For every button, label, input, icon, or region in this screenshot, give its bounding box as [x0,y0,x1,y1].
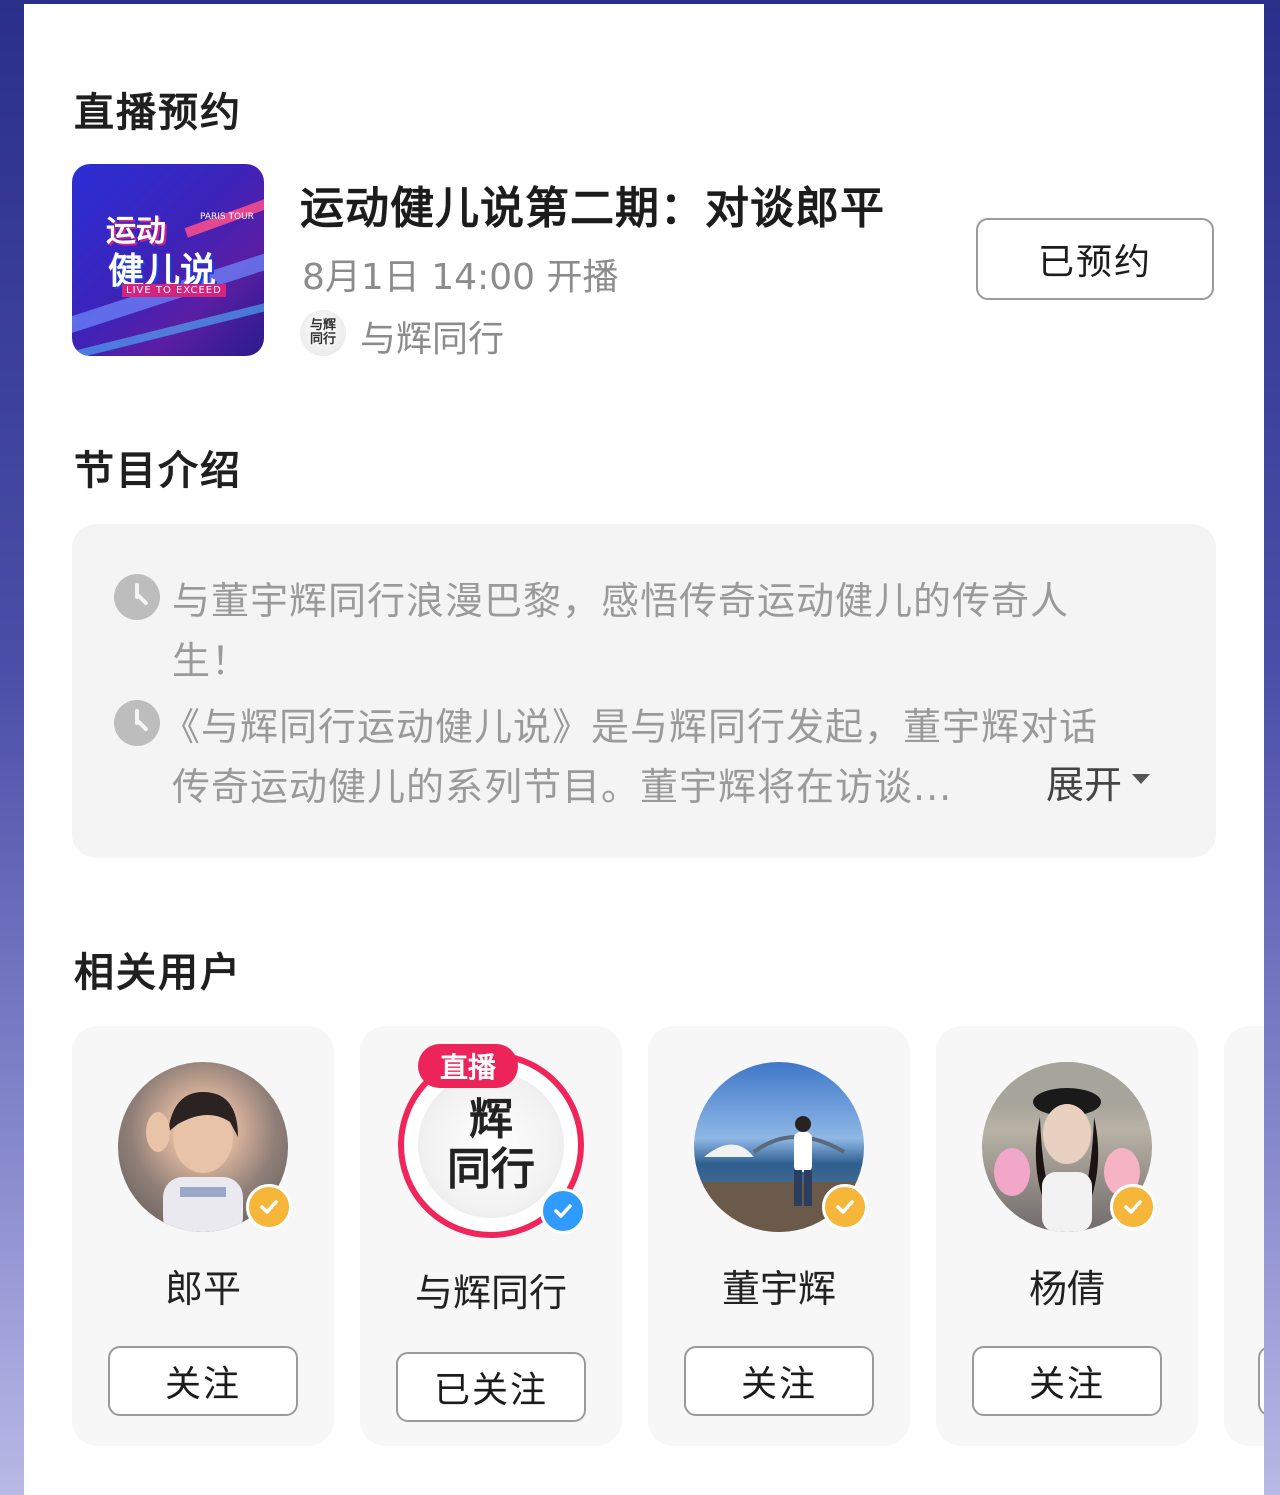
verified-badge-icon [1110,1184,1156,1230]
expand-link[interactable]: 展开 [1046,754,1122,809]
intro-paragraph-1-line-1: 与董宇辉同行浪漫巴黎，感悟传奇运动健儿的传奇人 [172,579,1070,623]
related-user-card[interactable]: 辉同行 直播 与辉同行 已关注 [360,1026,622,1446]
event-title: 运动健儿说第二期：对谈郎平 [300,183,885,234]
follow-button[interactable]: 关注 [972,1346,1162,1416]
user-name: 与辉同行 [414,1271,567,1315]
follow-button[interactable]: 关注 [684,1346,874,1416]
related-user-card[interactable]: 杨倩 关注 [936,1026,1198,1446]
related-users-section-title: 相关用户 [74,950,242,996]
intro-paragraph-2-line-2: 传奇运动健儿的系列节目。董宇辉将在访谈... [172,765,953,809]
intro-section-title: 节目介绍 [74,448,242,494]
reservation-section-title: 直播预约 [74,90,242,136]
related-user-card-partial[interactable] [1224,1026,1264,1446]
follow-button-partial[interactable] [1258,1346,1264,1416]
clock-icon [114,574,160,620]
related-user-card[interactable]: 董宇辉 关注 [648,1026,910,1446]
user-name: 董宇辉 [721,1267,836,1311]
host-avatar[interactable]: 与辉 同行 [300,310,346,356]
intro-paragraph-1-line-2: 生！ [172,639,251,683]
cover-stripe [184,180,264,238]
event-time: 8月1日 14:00 开播 [302,257,619,298]
cover-corner-text: PARIS TOUR [200,212,254,222]
verified-badge-icon [540,1188,586,1234]
event-cover-image[interactable]: 运动 健儿说 LIVE TO EXCEED PARIS TOUR [72,164,264,356]
intro-paragraph-2-line-1: 《与辉同行运动健儿说》是与辉同行发起，董宇辉对话 [162,705,1099,749]
related-user-card[interactable]: 郎平 关注 [72,1026,334,1446]
detail-sheet: 直播预约 运动 健儿说 LIVE TO EXCEED PARIS TOUR 运动… [24,4,1264,1495]
user-name: 郎平 [164,1267,241,1311]
clock-icon [114,700,160,746]
reserved-button[interactable]: 已预约 [976,218,1214,300]
verified-badge-icon [822,1184,868,1230]
following-button[interactable]: 已关注 [396,1352,586,1422]
cover-tagline: LIVE TO EXCEED [122,284,226,297]
user-name: 杨倩 [1028,1267,1105,1311]
host-name[interactable]: 与辉同行 [360,310,504,362]
intro-box: 与董宇辉同行浪漫巴黎，感悟传奇运动健儿的传奇人 生！ 《与辉同行运动健儿说》是与… [72,524,1216,858]
follow-button[interactable]: 关注 [108,1346,298,1416]
user-avatar: 辉同行 [418,1072,564,1218]
live-tag: 直播 [418,1044,518,1088]
verified-badge-icon [246,1184,292,1230]
caret-down-icon[interactable] [1132,774,1150,784]
